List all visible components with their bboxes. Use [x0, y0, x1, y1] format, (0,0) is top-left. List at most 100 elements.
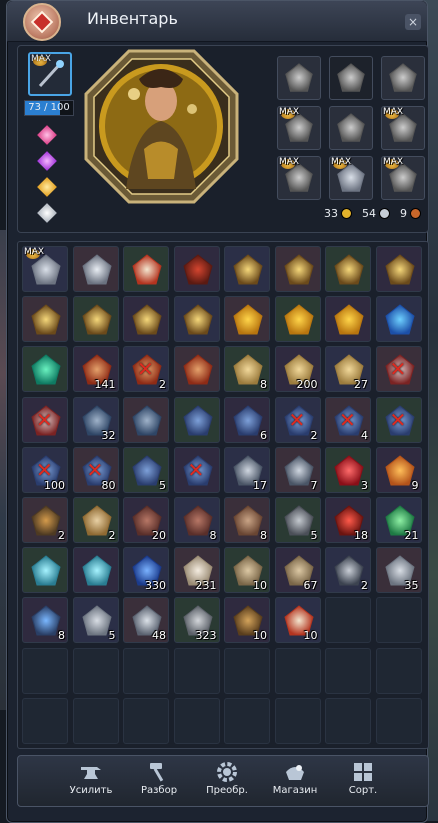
- dismantle-button[interactable]: Разбор: [126, 758, 192, 804]
- gold-gem-icon[interactable]: [36, 176, 58, 198]
- inventory-slot[interactable]: ✕: [375, 396, 422, 443]
- inventory-slot-empty[interactable]: [325, 597, 371, 644]
- inventory-slot[interactable]: 200: [274, 346, 321, 393]
- inventory-slot[interactable]: MAX: [22, 246, 68, 292]
- inventory-slot[interactable]: [325, 296, 371, 343]
- inventory-slot-empty[interactable]: [274, 647, 321, 694]
- inventory-slot-empty[interactable]: [224, 697, 270, 744]
- equipment-slot-bracelet-icon[interactable]: MAX: [381, 106, 425, 150]
- equipment-slot-ring-2-icon[interactable]: MAX: [381, 156, 425, 200]
- inventory-slot-empty[interactable]: [72, 647, 119, 694]
- inventory-slot[interactable]: 323: [173, 597, 220, 644]
- equipment-slot-necklace-icon[interactable]: [329, 106, 373, 150]
- inventory-slot[interactable]: ✕ 2: [123, 346, 169, 393]
- inventory-slot-empty[interactable]: [325, 647, 371, 694]
- inventory-slot[interactable]: [173, 396, 220, 443]
- inventory-slot[interactable]: [72, 246, 119, 292]
- inventory-slot[interactable]: 2: [325, 547, 371, 594]
- inventory-slot[interactable]: [224, 296, 270, 343]
- inventory-slot[interactable]: 8: [224, 497, 270, 543]
- inventory-slot[interactable]: 7: [274, 446, 321, 493]
- inventory-slot[interactable]: ✕ 2: [274, 396, 321, 443]
- inventory-slot[interactable]: 35: [375, 547, 422, 594]
- inventory-slot[interactable]: 3: [325, 446, 371, 493]
- inventory-slot[interactable]: 8: [173, 497, 220, 543]
- inventory-slot[interactable]: 32: [72, 396, 119, 443]
- weapon-slot[interactable]: MAX: [28, 52, 72, 96]
- equipment-slot-earring-2-icon[interactable]: MAX: [277, 156, 321, 200]
- inventory-slot[interactable]: [22, 547, 68, 594]
- inventory-slot-empty[interactable]: [72, 697, 119, 744]
- inventory-slot[interactable]: ✕ 4: [325, 396, 371, 443]
- inventory-slot[interactable]: 10: [224, 597, 270, 644]
- transform-button[interactable]: Преобр.: [194, 758, 260, 804]
- equipment-slot-boots-icon[interactable]: [381, 56, 425, 100]
- inventory-slot[interactable]: [123, 246, 169, 292]
- inventory-slot-empty[interactable]: [22, 697, 68, 744]
- inventory-slot[interactable]: 6: [224, 396, 270, 443]
- white-gem-icon[interactable]: [36, 202, 58, 224]
- inventory-slot[interactable]: 8: [224, 346, 270, 393]
- inventory-slot-empty[interactable]: [375, 697, 422, 744]
- shop-button[interactable]: Магазин: [262, 758, 328, 804]
- inventory-slot[interactable]: ✕: [375, 346, 422, 393]
- inventory-slot-empty[interactable]: [173, 647, 220, 694]
- inventory-slot[interactable]: 10: [224, 547, 270, 594]
- inventory-slot[interactable]: 5: [72, 597, 119, 644]
- sort-button[interactable]: Сорт.: [330, 758, 396, 804]
- inventory-slot[interactable]: 10: [274, 597, 321, 644]
- inventory-slot[interactable]: 2: [22, 497, 68, 543]
- inventory-slot[interactable]: 5: [274, 497, 321, 543]
- inventory-slot-empty[interactable]: [22, 647, 68, 694]
- inventory-slot[interactable]: 2: [72, 497, 119, 543]
- inventory-slot-empty[interactable]: [274, 697, 321, 744]
- inventory-slot[interactable]: 330: [123, 547, 169, 594]
- inventory-slot[interactable]: 27: [325, 346, 371, 393]
- inventory-slot[interactable]: [274, 246, 321, 292]
- inventory-slot[interactable]: 8: [22, 597, 68, 644]
- inventory-slot-empty[interactable]: [325, 697, 371, 744]
- inventory-slot-empty[interactable]: [375, 597, 422, 644]
- equipment-slot-earring-icon[interactable]: MAX: [277, 106, 321, 150]
- inventory-slot[interactable]: 20: [123, 497, 169, 543]
- inventory-slot[interactable]: 18: [325, 497, 371, 543]
- inventory-slot[interactable]: [123, 296, 169, 343]
- inventory-slot[interactable]: ✕: [173, 446, 220, 493]
- close-button[interactable]: ×: [405, 14, 421, 30]
- equipment-slot-ring-icon[interactable]: MAX: [329, 156, 373, 200]
- inventory-slot[interactable]: [22, 346, 68, 393]
- inventory-slot-empty[interactable]: [123, 647, 169, 694]
- inventory-slot[interactable]: [72, 296, 119, 343]
- inventory-slot-empty[interactable]: [173, 697, 220, 744]
- inventory-slot[interactable]: [224, 246, 270, 292]
- inventory-slot[interactable]: ✕: [22, 396, 68, 443]
- equipment-slot-belt-icon[interactable]: [329, 56, 373, 100]
- inventory-slot-empty[interactable]: [375, 647, 422, 694]
- purple-gem-icon[interactable]: [36, 150, 58, 172]
- inventory-slot[interactable]: [173, 346, 220, 393]
- inventory-slot[interactable]: [375, 246, 422, 292]
- inventory-slot[interactable]: [22, 296, 68, 343]
- equipment-slot-chest-armor-icon[interactable]: [277, 56, 321, 100]
- inventory-slot[interactable]: 48: [123, 597, 169, 644]
- inventory-slot[interactable]: [325, 246, 371, 292]
- inventory-slot-empty[interactable]: [123, 697, 169, 744]
- inventory-slot[interactable]: [375, 296, 422, 343]
- inventory-slot-empty[interactable]: [224, 647, 270, 694]
- inventory-slot[interactable]: ✕ 100: [22, 446, 68, 493]
- pink-gem-icon[interactable]: [36, 124, 58, 146]
- inventory-slot[interactable]: 67: [274, 547, 321, 594]
- inventory-slot[interactable]: 17: [224, 446, 270, 493]
- title-bar[interactable]: Инвентарь ×: [7, 1, 427, 42]
- inventory-slot[interactable]: 5: [123, 446, 169, 493]
- inventory-slot[interactable]: 21: [375, 497, 422, 543]
- enhance-button[interactable]: Усилить: [58, 758, 124, 804]
- inventory-slot[interactable]: ✕ 80: [72, 446, 119, 493]
- inventory-slot[interactable]: [274, 296, 321, 343]
- inventory-slot[interactable]: [123, 396, 169, 443]
- inventory-slot[interactable]: [173, 296, 220, 343]
- inventory-slot[interactable]: [72, 547, 119, 594]
- inventory-slot[interactable]: 9: [375, 446, 422, 493]
- inventory-slot[interactable]: 231: [173, 547, 220, 594]
- inventory-slot[interactable]: [173, 246, 220, 292]
